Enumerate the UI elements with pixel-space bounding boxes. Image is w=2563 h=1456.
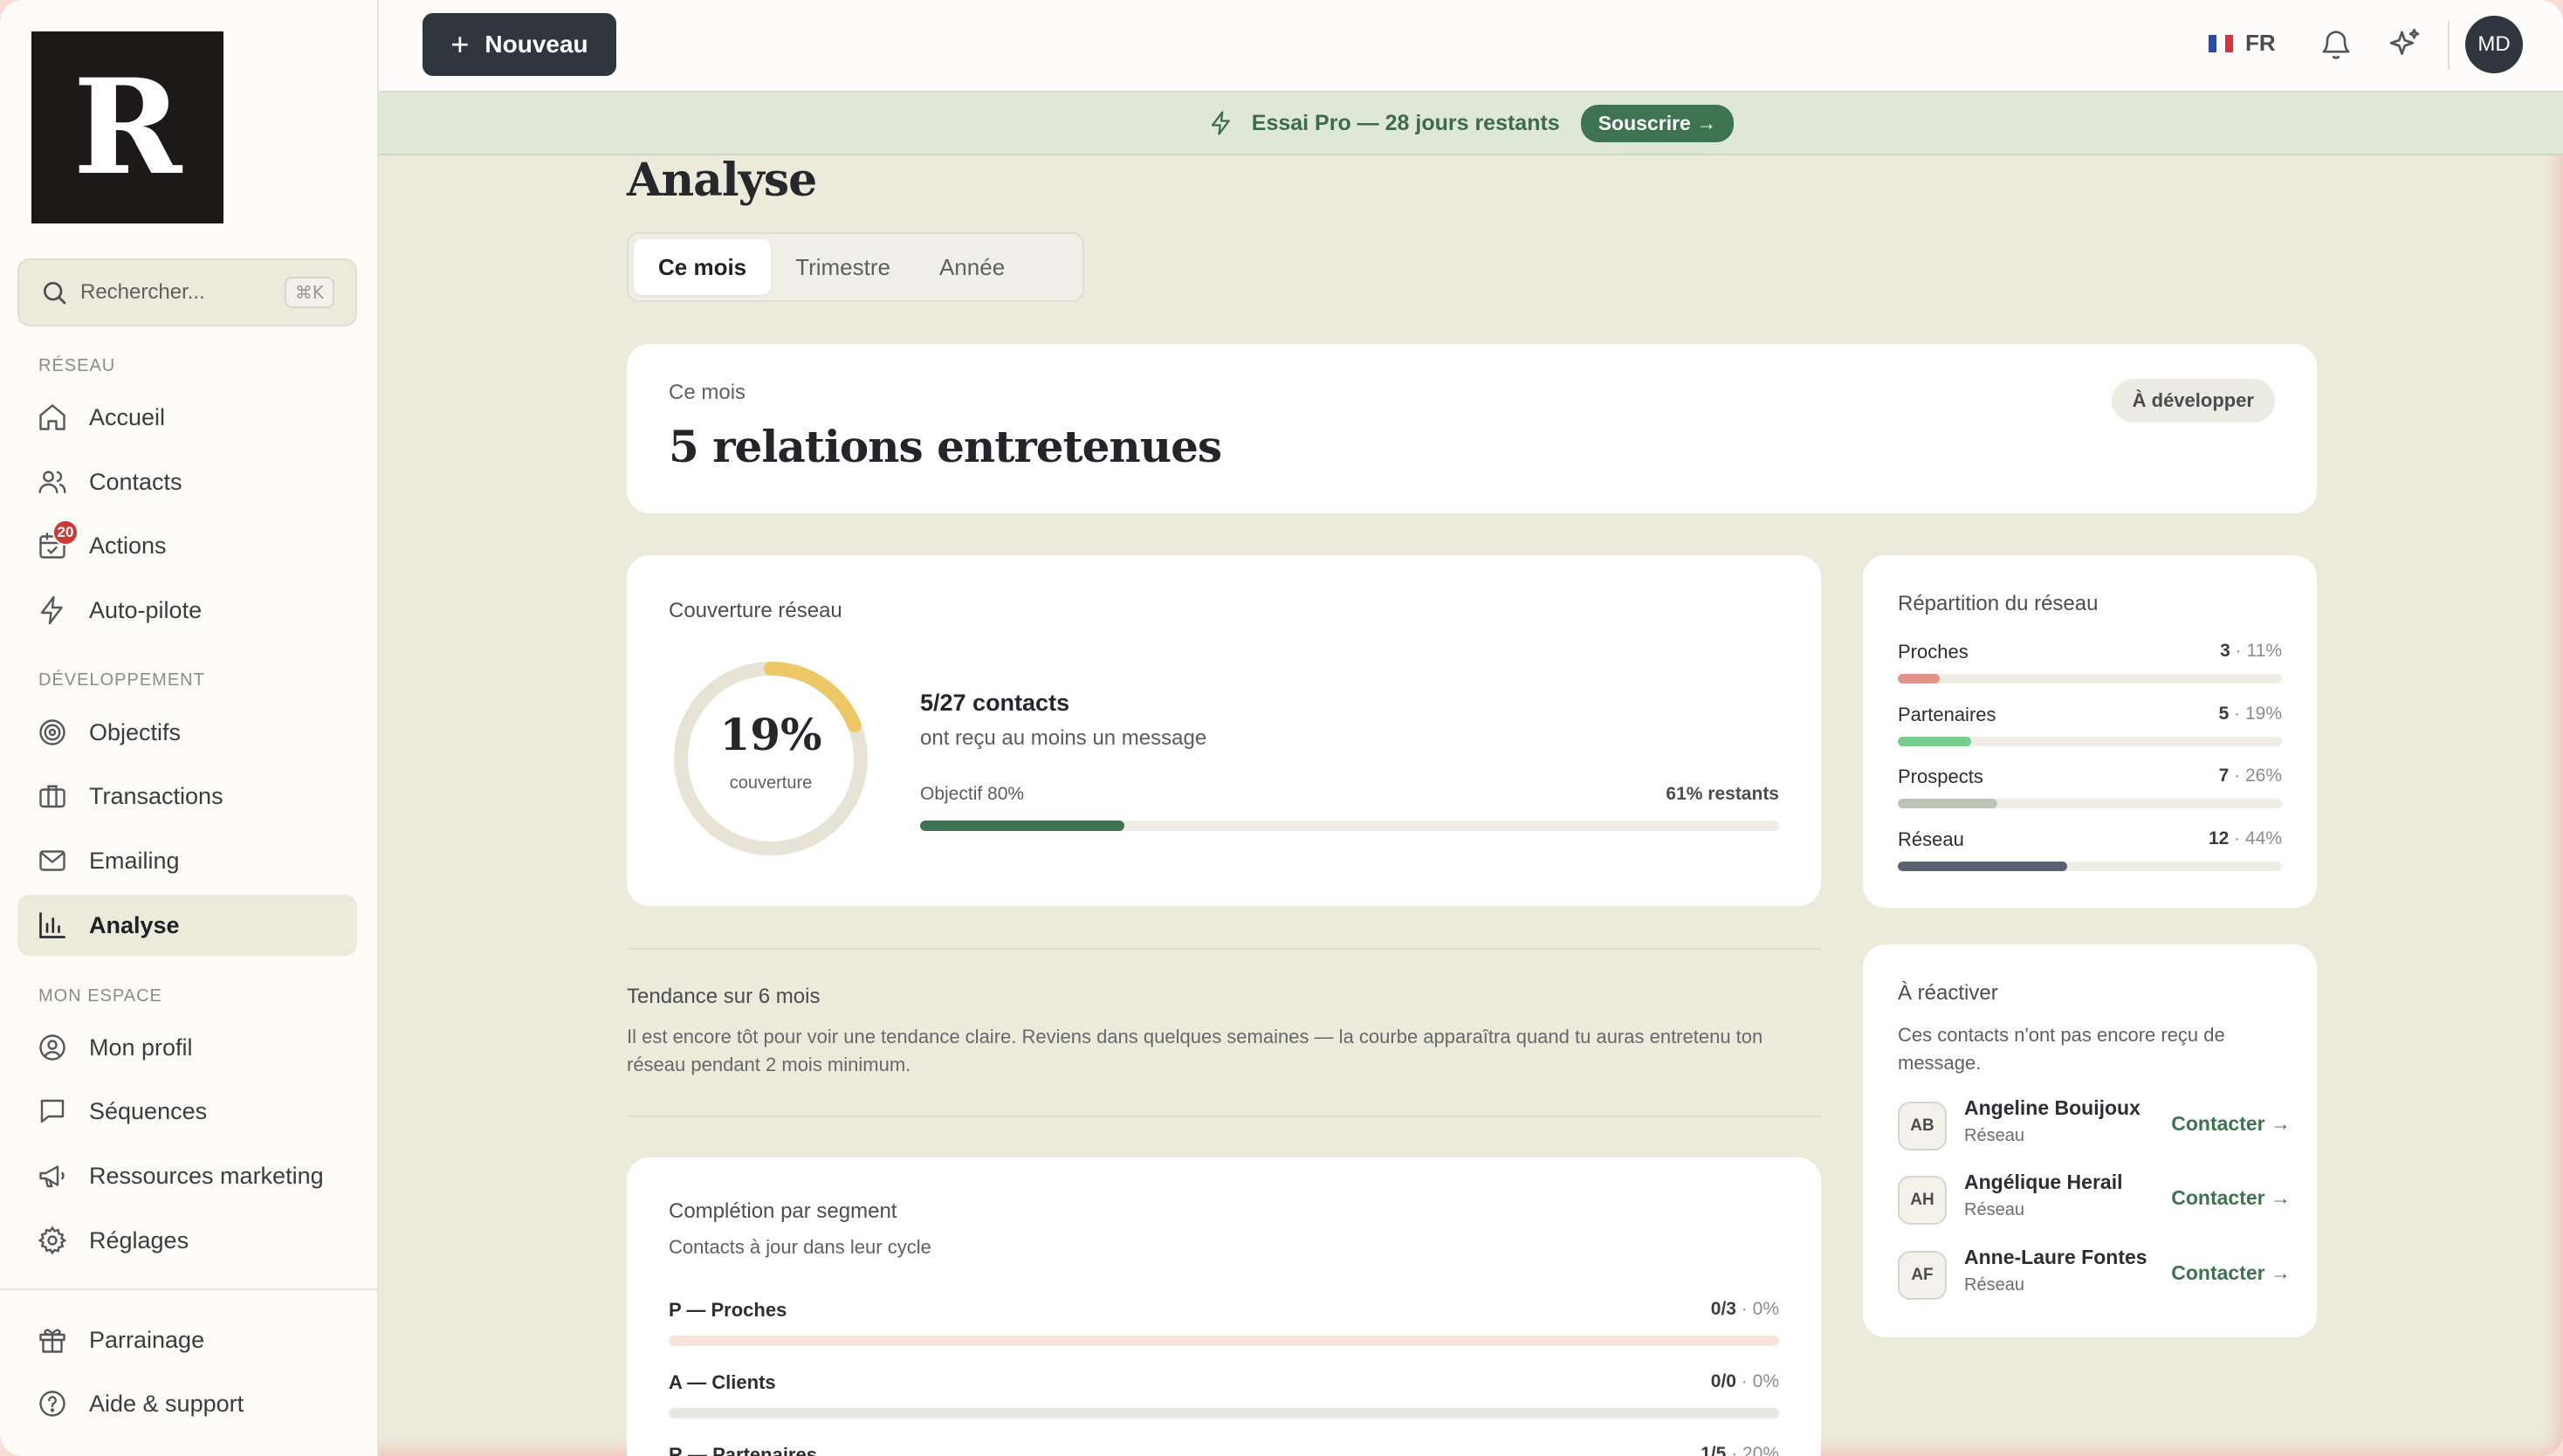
subscribe-button[interactable]: Souscrire →: [1580, 104, 1735, 142]
coverage-card: Couverture réseau 19% couverture 5/27 co…: [627, 555, 1821, 906]
sidebar-item-parrainage[interactable]: Parrainage: [17, 1309, 357, 1370]
section-divider: [627, 1116, 1821, 1117]
contact-avatar: AF: [1898, 1251, 1947, 1300]
search-icon: [44, 282, 66, 305]
contact-segment: Réseau: [1964, 1275, 2024, 1295]
tab-annee[interactable]: Année: [915, 239, 1029, 295]
goal-progress-bar: [920, 821, 1779, 831]
help-circle-icon: [39, 1391, 65, 1417]
coverage-percent: 19%: [719, 709, 822, 760]
bolt-icon: [1211, 111, 1230, 135]
contact-name[interactable]: Anne-Laure Fontes: [1964, 1246, 2147, 1269]
distribution-card: Répartition du réseau Proches 3 · 11% Pa…: [1863, 555, 2317, 908]
sidebar-item-objectifs[interactable]: Objectifs: [17, 702, 357, 763]
segment-subtitle: Contacts à jour dans leur cycle: [669, 1236, 931, 1258]
megaphone-icon: [39, 1165, 65, 1188]
top-bar: + Nouveau FR MD: [379, 0, 2563, 93]
summary-period: Ce mois: [669, 381, 746, 404]
tab-trimestre[interactable]: Trimestre: [771, 239, 915, 295]
segment-title: Complétion par segment: [669, 1199, 897, 1223]
sidebar-item-sequences[interactable]: Séquences: [17, 1081, 357, 1142]
search-placeholder: Rechercher...: [80, 280, 205, 304]
language-selector[interactable]: FR: [2209, 30, 2276, 57]
sidebar-item-auto-pilote[interactable]: Auto-pilote: [17, 580, 357, 641]
bolt-icon: [40, 595, 63, 625]
contact-button[interactable]: Contacter →: [2171, 1186, 2291, 1210]
sidebar-item-accueil[interactable]: Accueil: [17, 387, 357, 448]
sidebar-item-analyse[interactable]: Analyse: [17, 895, 357, 956]
reactivate-title: À réactiver: [1898, 981, 1998, 1005]
summary-headline: 5 relations entretenues: [669, 421, 1222, 472]
plus-icon: +: [450, 26, 470, 62]
trial-banner: Essai Pro — 28 jours restants Souscrire …: [379, 93, 2563, 155]
tab-ce-mois[interactable]: Ce mois: [634, 239, 772, 295]
section-divider: [627, 948, 1821, 950]
sidebar-item-emailing[interactable]: Emailing: [17, 830, 357, 891]
goal-remaining: 61% restants: [1666, 784, 1779, 804]
sidebar-item-transactions[interactable]: Transactions: [17, 766, 357, 827]
app-logo[interactable]: R: [31, 31, 223, 223]
sidebar-item-aide-support[interactable]: Aide & support: [17, 1373, 357, 1434]
app-window: R Rechercher... ⌘K Réseau Accueil Contac…: [0, 0, 2563, 1456]
french-flag-icon: [2209, 34, 2233, 52]
contact-row: AF Anne-Laure Fontes Réseau Contacter →: [1898, 1246, 2291, 1307]
sparkles-icon[interactable]: [2387, 26, 2423, 63]
goal-label: Objectif 80%: [920, 784, 1025, 804]
contact-button[interactable]: Contacter →: [2171, 1261, 2291, 1285]
gift-icon: [39, 1329, 65, 1353]
contact-segment: Réseau: [1964, 1200, 2024, 1219]
sidebar-item-ressources-marketing[interactable]: Ressources marketing: [17, 1145, 357, 1206]
contact-avatar: AH: [1898, 1176, 1947, 1225]
distribution-title: Répartition du réseau: [1898, 592, 2099, 615]
mail-icon: [39, 850, 65, 871]
topbar-separator: [2448, 21, 2450, 70]
users-icon: [38, 470, 66, 494]
bell-icon[interactable]: [2319, 26, 2353, 61]
contact-name[interactable]: Angélique Herail: [1964, 1171, 2122, 1194]
summary-card: Ce mois 5 relations entretenues À dévelo…: [627, 344, 2317, 513]
section-label-mon-espace: Mon espace: [38, 986, 162, 1006]
sidebar-item-reglages[interactable]: Réglages: [17, 1210, 357, 1271]
status-badge: À développer: [2111, 379, 2275, 422]
home-icon: [39, 404, 65, 430]
coverage-caption: couverture: [729, 773, 813, 793]
gear-icon: [38, 1226, 67, 1255]
segment-completion-card: Complétion par segment Contacts à jour d…: [627, 1157, 1821, 1456]
contact-segment: Réseau: [1964, 1126, 2024, 1145]
user-avatar[interactable]: MD: [2465, 16, 2523, 73]
section-label-developpement: Développement: [38, 670, 205, 690]
calendar-check-icon: 20: [37, 519, 79, 561]
coverage-subtext: ont reçu au moins un message: [920, 726, 1207, 750]
contact-name[interactable]: Angeline Bouijoux: [1964, 1096, 2140, 1120]
contact-button[interactable]: Contacter →: [2171, 1112, 2291, 1136]
briefcase-icon: [39, 785, 65, 808]
sidebar-item-mon-profil[interactable]: Mon profil: [17, 1017, 357, 1078]
target-icon: [39, 719, 65, 745]
actions-count-badge: 20: [52, 519, 79, 546]
sidebar: R Rechercher... ⌘K Réseau Accueil Contac…: [0, 0, 379, 1456]
trial-text: Essai Pro — 28 jours restants: [1251, 110, 1560, 135]
section-label-reseau: Réseau: [38, 356, 116, 375]
coverage-title: Couverture réseau: [669, 599, 842, 622]
coverage-contacts: 5/27 contacts: [920, 690, 1070, 716]
contact-avatar: AB: [1898, 1102, 1947, 1150]
new-button[interactable]: + Nouveau: [423, 13, 616, 76]
search-bar[interactable]: Rechercher... ⌘K: [17, 258, 357, 326]
sidebar-item-contacts[interactable]: Contacts: [17, 451, 357, 512]
sidebar-item-actions[interactable]: 20 Actions: [17, 515, 357, 576]
trend-title: Tendance sur 6 mois: [627, 985, 821, 1008]
page-title: Analyse: [627, 154, 817, 207]
contact-row: AB Angeline Bouijoux Réseau Contacter →: [1898, 1096, 2291, 1157]
bar-chart-icon: [39, 912, 65, 938]
period-tabs: Ce mois Trimestre Année: [627, 232, 1084, 302]
user-circle-icon: [39, 1034, 65, 1061]
message-square-icon: [40, 1099, 65, 1123]
reactivate-description: Ces contacts n'ont pas encore reçu de me…: [1898, 1024, 2225, 1074]
contact-row: AH Angélique Herail Réseau Contacter →: [1898, 1171, 2291, 1232]
sidebar-divider: [0, 1288, 377, 1290]
trend-text: Il est encore tôt pour voir une tendance…: [627, 1026, 1763, 1075]
search-shortcut: ⌘K: [284, 277, 334, 308]
goal-progress-fill: [920, 821, 1124, 831]
reactivate-card: À réactiver Ces contacts n'ont pas encor…: [1863, 944, 2317, 1337]
